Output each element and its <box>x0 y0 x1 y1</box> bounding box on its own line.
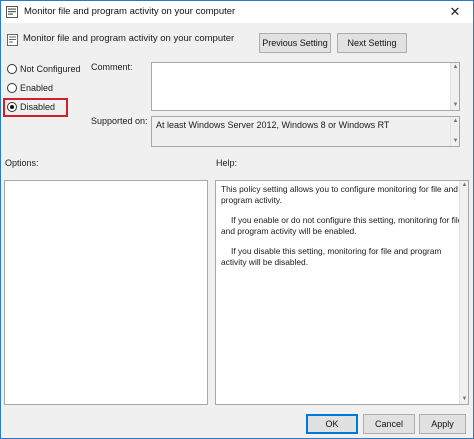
group-policy-icon <box>6 6 18 18</box>
policy-name: Monitor file and program activity on you… <box>23 33 235 44</box>
supported-on-field: At least Windows Server 2012, Windows 8 … <box>151 116 460 147</box>
help-scrollbar[interactable]: ▲ ▼ <box>459 181 468 404</box>
options-panel <box>4 180 208 405</box>
cancel-button[interactable]: Cancel <box>363 414 415 434</box>
scroll-down-icon[interactable]: ▼ <box>461 396 468 403</box>
help-panel: This policy setting allows you to config… <box>215 180 469 405</box>
scroll-up-icon[interactable]: ▲ <box>452 64 459 71</box>
radio-button[interactable] <box>7 83 17 93</box>
options-label: Options: <box>5 158 39 168</box>
supported-on-label: Supported on: <box>91 116 148 126</box>
help-label: Help: <box>216 158 238 168</box>
help-paragraph: This policy setting allows you to config… <box>221 184 458 205</box>
scroll-down-icon[interactable]: ▼ <box>452 102 459 109</box>
comment-textbox[interactable]: ▲ ▼ <box>151 62 460 111</box>
help-paragraph: If you disable this setting, monitoring … <box>221 246 442 267</box>
window-title: Monitor file and program activity on you… <box>24 6 236 17</box>
radio-label: Not Configured <box>20 64 81 74</box>
apply-button[interactable]: Apply <box>419 414 466 434</box>
previous-setting-button[interactable]: Previous Setting <box>259 33 331 53</box>
next-setting-button[interactable]: Next Setting <box>337 33 407 53</box>
comment-label: Comment: <box>91 62 133 72</box>
supported-on-scrollbar[interactable]: ▲ ▼ <box>450 117 459 146</box>
close-icon: ✕ <box>449 4 461 19</box>
disabled-highlight-box <box>3 98 68 117</box>
radio-label: Enabled <box>20 83 54 93</box>
radio-not-configured[interactable]: Not Configured <box>7 62 81 76</box>
radio-enabled[interactable]: Enabled <box>7 81 53 95</box>
title-bar: Monitor file and program activity on you… <box>1 1 473 23</box>
scroll-down-icon[interactable]: ▼ <box>452 138 459 145</box>
policy-dialog: Monitor file and program activity on you… <box>0 0 474 439</box>
scroll-up-icon[interactable]: ▲ <box>461 182 468 189</box>
policy-setting-icon <box>7 34 18 46</box>
ok-button[interactable]: OK <box>306 414 358 434</box>
close-button[interactable]: ✕ <box>437 1 473 23</box>
supported-on-value: At least Windows Server 2012, Windows 8 … <box>156 120 390 130</box>
radio-button[interactable] <box>7 64 17 74</box>
help-paragraph: If you enable or do not configure this s… <box>221 215 463 236</box>
scroll-up-icon[interactable]: ▲ <box>452 118 459 125</box>
comment-scrollbar[interactable]: ▲ ▼ <box>450 63 459 110</box>
